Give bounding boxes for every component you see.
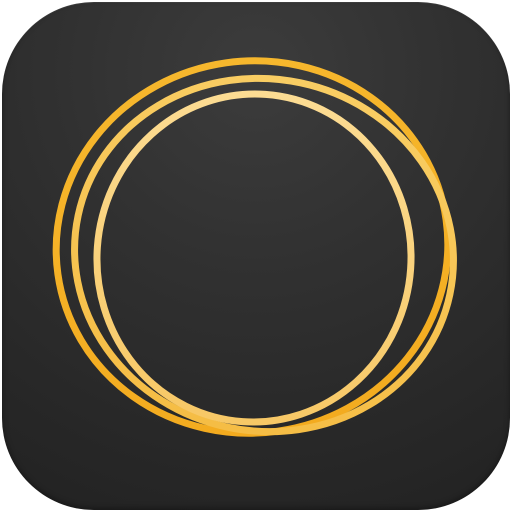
app-icon[interactable]	[2, 2, 510, 510]
screenshot-canvas	[0, 0, 512, 512]
ring-middle	[71, 74, 457, 436]
rings-icon	[52, 57, 457, 437]
